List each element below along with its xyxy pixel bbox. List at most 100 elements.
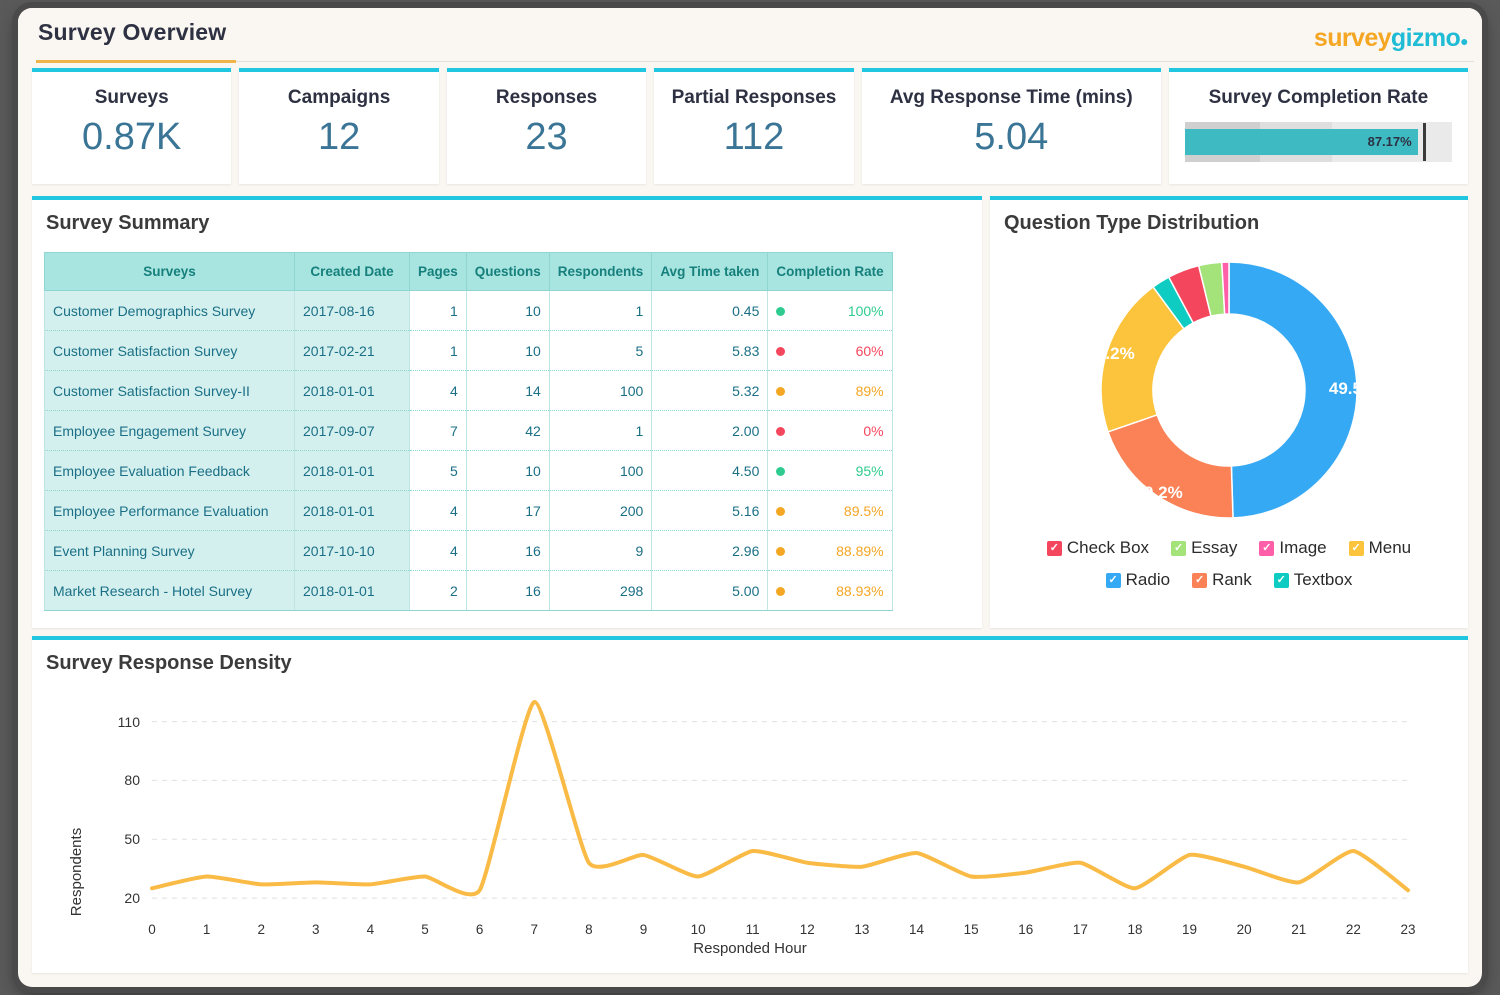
- donut-chart-svg: 49.5% 20.2% 20.2%: [1086, 261, 1377, 519]
- completion-rate-value: 95%: [855, 462, 884, 479]
- cell-completion-rate: 88.89%: [767, 530, 893, 571]
- logo-text-gizmo: gizmo: [1390, 24, 1461, 52]
- cell-survey-name: Employee Engagement Survey: [44, 410, 295, 451]
- table-row[interactable]: Employee Evaluation Feedback 2018-01-01 5 1…: [44, 450, 893, 491]
- legend-label: Rank: [1212, 570, 1252, 589]
- cell-completion-rate: 88.93%: [767, 570, 893, 611]
- cell-pages: 4: [409, 490, 467, 531]
- cell-respondents: 200: [548, 490, 653, 531]
- completion-rate-value: 88.89%: [836, 542, 884, 559]
- cell-avg-time: 5.83: [651, 330, 769, 371]
- cell-pages: 4: [409, 530, 467, 571]
- legend-checkbox-icon[interactable]: ✓: [1273, 572, 1289, 588]
- x-axis-tick: 19: [1182, 922, 1198, 937]
- table-row[interactable]: Customer Demographics Survey 2017-08-16 1 1…: [44, 290, 893, 331]
- status-dot-icon: [776, 346, 786, 356]
- completion-rate-value: 0%: [863, 422, 884, 439]
- table-row[interactable]: Employee Engagement Survey 2017-09-07 7 42 1…: [44, 410, 893, 451]
- table-row[interactable]: Customer Satisfaction Survey 2017-02-21 1 1…: [44, 330, 893, 371]
- logo-dot-icon: ●: [1460, 33, 1468, 49]
- bullet-value-label: 87.17%: [1367, 134, 1412, 149]
- legend-checkbox-icon[interactable]: ✓: [1348, 540, 1364, 556]
- legend-label: Check Box: [1066, 538, 1150, 557]
- kpi-card-survey-completion-rate[interactable]: Survey Completion Rate 87.17%: [1168, 68, 1468, 184]
- legend-checkbox-icon[interactable]: ✓: [1259, 540, 1275, 556]
- cell-respondents: 298: [548, 570, 653, 611]
- legend-checkbox-icon[interactable]: ✓: [1171, 540, 1187, 556]
- donut-chart: 49.5% 20.2% 20.2%: [990, 240, 1468, 540]
- donut-slice-label: 20.2%: [1135, 483, 1183, 502]
- survey-summary-table: Surveys Created Date Pages Questions Res…: [44, 252, 893, 611]
- cell-created-date: 2017-10-10: [294, 530, 410, 571]
- response-density-line[interactable]: [150, 699, 1410, 897]
- cell-respondents: 5: [548, 330, 653, 371]
- legend-item-radio[interactable]: ✓ Radio: [1105, 570, 1171, 590]
- status-dot-icon: [776, 466, 786, 476]
- cell-respondents: 100: [548, 450, 653, 491]
- column-header-created-date[interactable]: Created Date: [294, 252, 410, 291]
- column-header-avg-time-taken[interactable]: Avg Time taken: [651, 252, 769, 291]
- kpi-value: 0.87K: [82, 116, 182, 158]
- cell-created-date: 2017-09-07: [294, 410, 410, 451]
- column-header-pages[interactable]: Pages: [409, 252, 467, 291]
- header-divider: [236, 61, 1474, 62]
- kpi-card-responses[interactable]: Responses 23: [446, 68, 647, 184]
- legend-item-textbox[interactable]: ✓ Textbox: [1273, 570, 1353, 590]
- y-axis-label: Respondents: [68, 827, 85, 917]
- x-axis-tick: 0: [148, 922, 156, 937]
- kpi-card-avg-response-time[interactable]: Avg Response Time (mins) 5.04: [861, 68, 1161, 184]
- kpi-label: Surveys: [94, 87, 169, 108]
- column-header-completion-rate[interactable]: Completion Rate: [767, 252, 893, 291]
- kpi-card-campaigns[interactable]: Campaigns 12: [239, 68, 439, 184]
- x-axis-tick: 20: [1236, 922, 1252, 937]
- cell-avg-time: 2.00: [651, 410, 769, 451]
- kpi-card-surveys[interactable]: Surveys 0.87K: [32, 68, 232, 184]
- cell-questions: 10: [465, 330, 550, 371]
- x-axis-tick: 18: [1127, 922, 1143, 937]
- question-type-distribution-panel: Question Type Distribution 49.5% 20.2% 20.…: [990, 196, 1468, 628]
- legend-item-essay[interactable]: ✓ Essay: [1171, 538, 1237, 558]
- column-header-respondents[interactable]: Respondents: [548, 252, 653, 291]
- cell-survey-name: Employee Performance Evaluation: [44, 490, 295, 531]
- legend-label: Radio: [1125, 570, 1171, 589]
- cell-avg-time: 0.45: [651, 290, 769, 331]
- cell-pages: 1: [409, 330, 467, 371]
- legend-checkbox-icon[interactable]: ✓: [1105, 572, 1121, 588]
- kpi-card-partial-responses[interactable]: Partial Responses 112: [654, 68, 854, 184]
- completion-rate-value: 100%: [847, 302, 884, 319]
- legend-item-check-box[interactable]: ✓ Check Box: [1046, 538, 1150, 558]
- cell-created-date: 2018-01-01: [294, 490, 410, 531]
- x-axis-tick: 3: [312, 922, 320, 937]
- cell-questions: 16: [465, 530, 550, 571]
- y-axis-tick: 80: [124, 772, 140, 789]
- column-header-questions[interactable]: Questions: [465, 252, 550, 291]
- column-header-surveys[interactable]: Surveys: [44, 252, 295, 291]
- cell-completion-rate: 100%: [767, 290, 893, 331]
- kpi-value: 5.04: [974, 116, 1049, 158]
- legend-label: Textbox: [1293, 570, 1353, 589]
- legend-checkbox-icon[interactable]: ✓: [1192, 572, 1208, 588]
- table-body: Customer Demographics Survey 2017-08-16 1 1…: [44, 290, 893, 611]
- x-axis-tick: 9: [639, 922, 648, 937]
- table-row[interactable]: Market Research - Hotel Survey 2018-01-01…: [44, 570, 893, 611]
- cell-survey-name: Customer Satisfaction Survey-II: [44, 370, 295, 411]
- cell-survey-name: Customer Satisfaction Survey: [44, 330, 295, 371]
- legend-checkbox-icon[interactable]: ✓: [1046, 540, 1062, 556]
- table-row[interactable]: Employee Performance Evaluation 2018-01-0…: [44, 490, 893, 531]
- cell-pages: 1: [409, 290, 467, 331]
- cell-survey-name: Market Research - Hotel Survey: [44, 570, 295, 611]
- cell-avg-time: 4.50: [651, 450, 769, 491]
- donut-slice-rank[interactable]: [1107, 413, 1234, 519]
- cell-survey-name: Event Planning Survey: [44, 530, 295, 571]
- table-row[interactable]: Event Planning Survey 2017-10-10 4 16 9 2.96 8…: [44, 530, 893, 571]
- status-dot-icon: [776, 306, 786, 316]
- table-row[interactable]: Customer Satisfaction Survey-II 2018-01-0…: [44, 370, 893, 411]
- kpi-label: Survey Completion Rate: [1208, 87, 1429, 108]
- legend-item-rank[interactable]: ✓ Rank: [1192, 570, 1252, 590]
- x-axis-tick: 13: [854, 922, 870, 937]
- legend-item-menu[interactable]: ✓ Menu: [1348, 538, 1411, 558]
- cell-avg-time: 2.96: [651, 530, 769, 571]
- cell-completion-rate: 89.5%: [767, 490, 893, 531]
- kpi-row: Surveys 0.87K Campaigns 12 Responses 23 …: [32, 68, 1468, 184]
- legend-item-image[interactable]: ✓ Image: [1259, 538, 1327, 558]
